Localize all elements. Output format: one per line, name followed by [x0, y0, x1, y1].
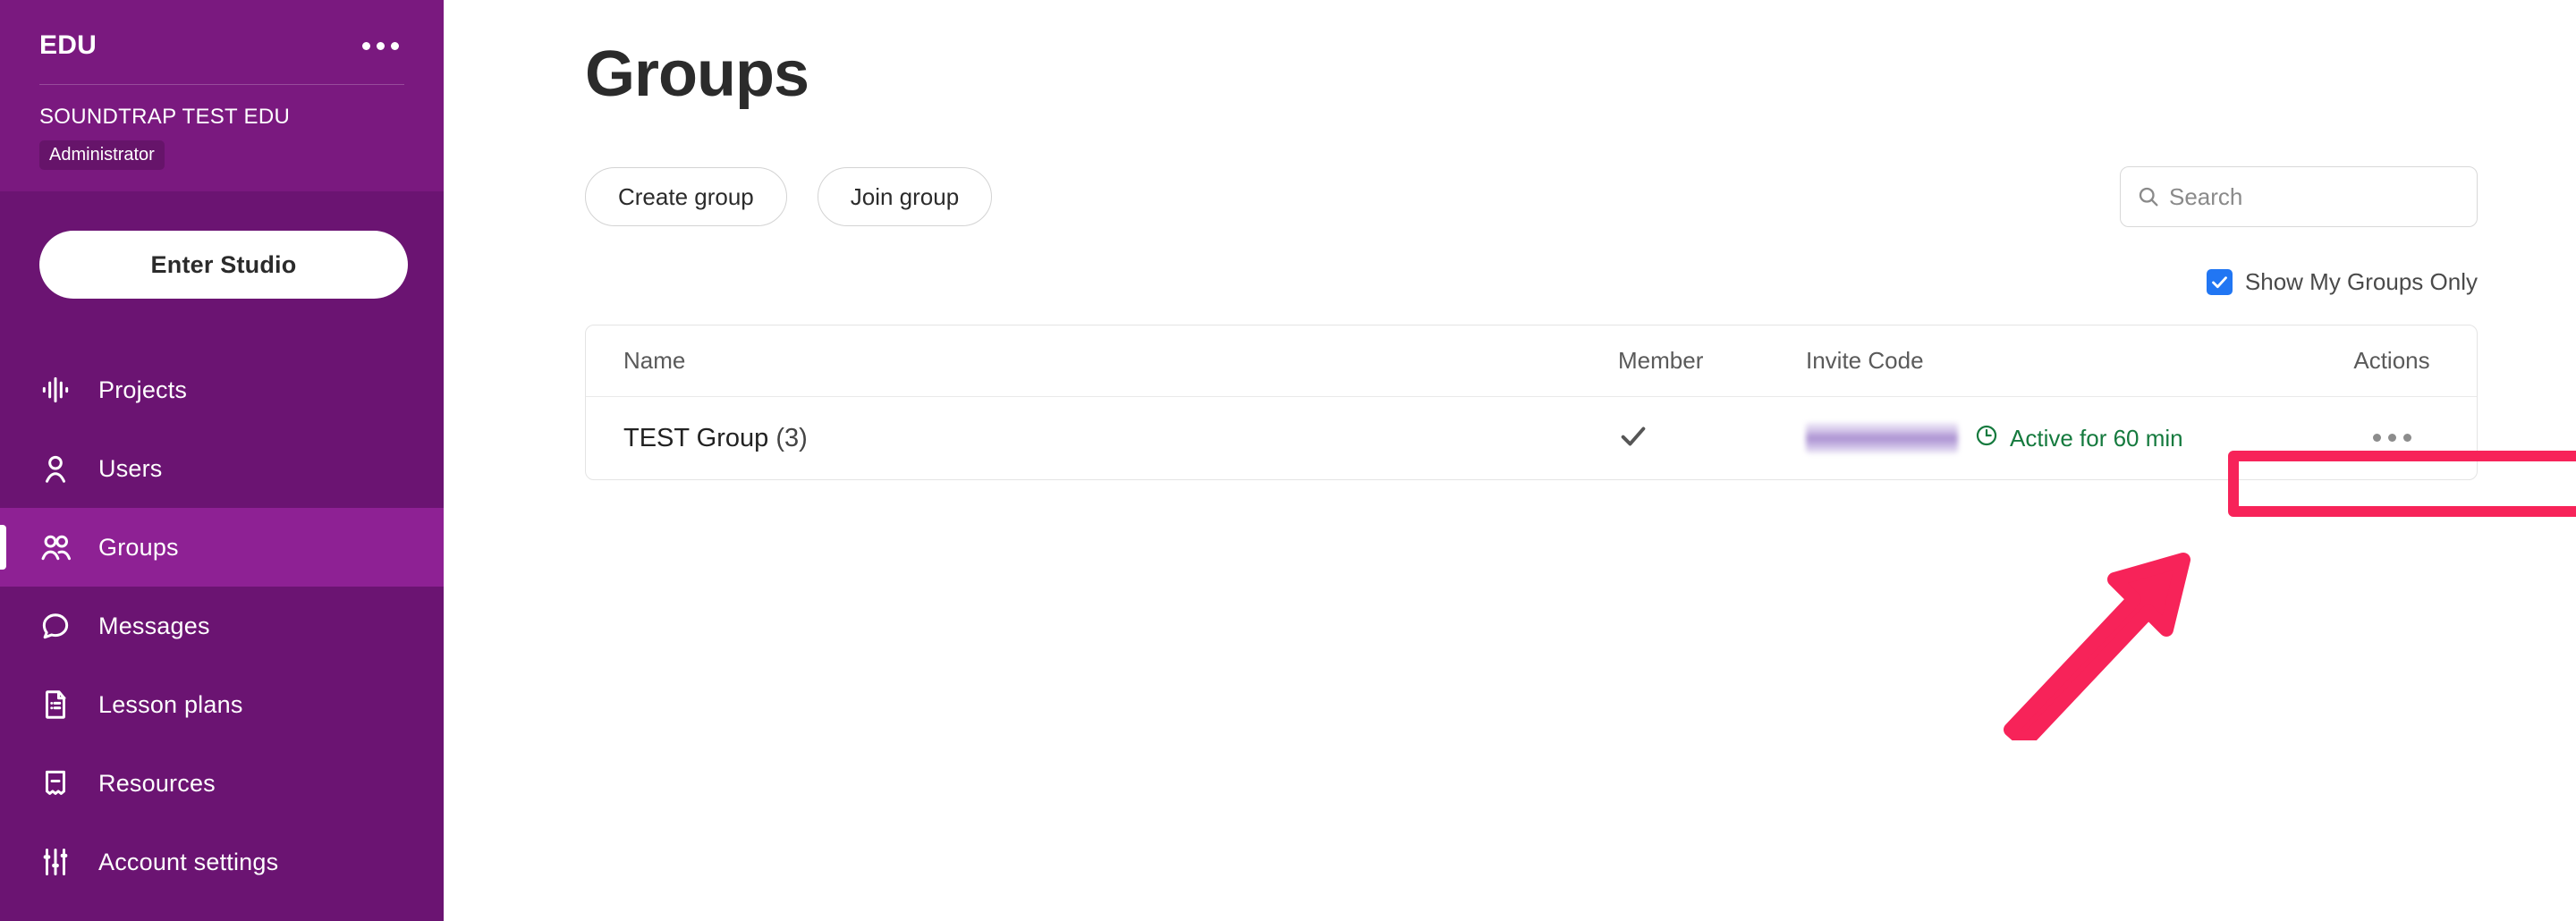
- column-header-member: Member: [1618, 347, 1806, 375]
- member-check-icon: [1618, 421, 1648, 456]
- groups-table: Name Member Invite Code Actions TEST Gro…: [585, 325, 2478, 480]
- waveform-icon: [38, 372, 73, 408]
- sidebar-item-label: Projects: [98, 376, 187, 404]
- member-cell: [1618, 421, 1806, 456]
- sidebar-header: EDU SOUNDTRAP TEST EDU Administrator: [0, 0, 444, 191]
- create-group-button[interactable]: Create group: [585, 167, 787, 226]
- show-my-groups-checkbox[interactable]: [2207, 269, 2233, 295]
- search-icon: [2135, 184, 2162, 209]
- sidebar-item-projects[interactable]: Projects: [0, 351, 444, 429]
- invite-code-cell[interactable]: Active for 60 min: [1806, 423, 2307, 454]
- toolbar-actions: Create group Join group: [585, 167, 992, 226]
- sliders-icon: [38, 844, 73, 880]
- group-member-count: (3): [775, 424, 807, 452]
- join-group-button[interactable]: Join group: [818, 167, 992, 226]
- sidebar-item-label: Account settings: [98, 849, 278, 876]
- org-label: EDU: [39, 30, 97, 61]
- sidebar-item-label: Groups: [98, 534, 179, 562]
- search-box[interactable]: [2120, 166, 2478, 227]
- annotation-arrow-icon: [2000, 544, 2215, 740]
- row-kebab-menu-icon[interactable]: [2307, 434, 2477, 442]
- kebab-menu-icon[interactable]: [357, 37, 404, 55]
- enter-studio-button[interactable]: Enter Studio: [39, 231, 408, 299]
- document-icon: [38, 687, 73, 722]
- sidebar-item-label: Messages: [98, 613, 210, 640]
- table-header-row: Name Member Invite Code Actions: [586, 325, 2477, 397]
- search-input[interactable]: [2169, 183, 2462, 211]
- sidebar-item-label: Lesson plans: [98, 691, 243, 719]
- people-icon: [38, 529, 73, 565]
- page-title: Groups: [585, 38, 2576, 111]
- column-header-invite-code: Invite Code: [1806, 347, 2307, 375]
- main-content: Groups Create group Join group: [444, 0, 2576, 921]
- sidebar-item-label: Users: [98, 455, 163, 483]
- app-root: EDU SOUNDTRAP TEST EDU Administrator Ent…: [0, 0, 2576, 921]
- sidebar-item-resources[interactable]: Resources: [0, 744, 444, 823]
- clock-icon: [1974, 423, 1999, 454]
- sidebar-item-label: Resources: [98, 770, 216, 798]
- sidebar-nav: Projects Users: [0, 351, 444, 901]
- invite-code-value[interactable]: [1806, 423, 1958, 453]
- group-name-cell: TEST Group (3): [586, 424, 1618, 453]
- actions-cell: [2307, 430, 2477, 446]
- sidebar-item-messages[interactable]: Messages: [0, 587, 444, 665]
- group-name: TEST Group: [623, 424, 768, 452]
- chat-bubble-icon: [38, 608, 73, 644]
- column-header-name: Name: [586, 347, 1618, 375]
- person-icon: [38, 451, 73, 486]
- toolbar: Create group Join group: [585, 166, 2478, 227]
- studio-button-wrap: Enter Studio: [0, 191, 444, 299]
- bookmark-icon: [38, 765, 73, 801]
- sidebar-item-lesson-plans[interactable]: Lesson plans: [0, 665, 444, 744]
- role-badge: Administrator: [39, 140, 165, 170]
- org-row: EDU: [39, 30, 404, 85]
- account-name: SOUNDTRAP TEST EDU: [39, 105, 404, 130]
- show-my-groups-label: Show My Groups Only: [2245, 268, 2478, 296]
- table-row[interactable]: TEST Group (3): [586, 397, 2477, 479]
- sidebar-item-groups[interactable]: Groups: [0, 508, 444, 587]
- sidebar-item-users[interactable]: Users: [0, 429, 444, 508]
- sidebar-item-account-settings[interactable]: Account settings: [0, 823, 444, 901]
- status-badge: Active for 60 min: [1974, 423, 2183, 454]
- filter-row: Show My Groups Only: [444, 268, 2478, 296]
- sidebar: EDU SOUNDTRAP TEST EDU Administrator Ent…: [0, 0, 444, 921]
- column-header-actions: Actions: [2307, 347, 2477, 375]
- account-block: SOUNDTRAP TEST EDU Administrator: [39, 85, 404, 170]
- status-text: Active for 60 min: [2010, 425, 2183, 452]
